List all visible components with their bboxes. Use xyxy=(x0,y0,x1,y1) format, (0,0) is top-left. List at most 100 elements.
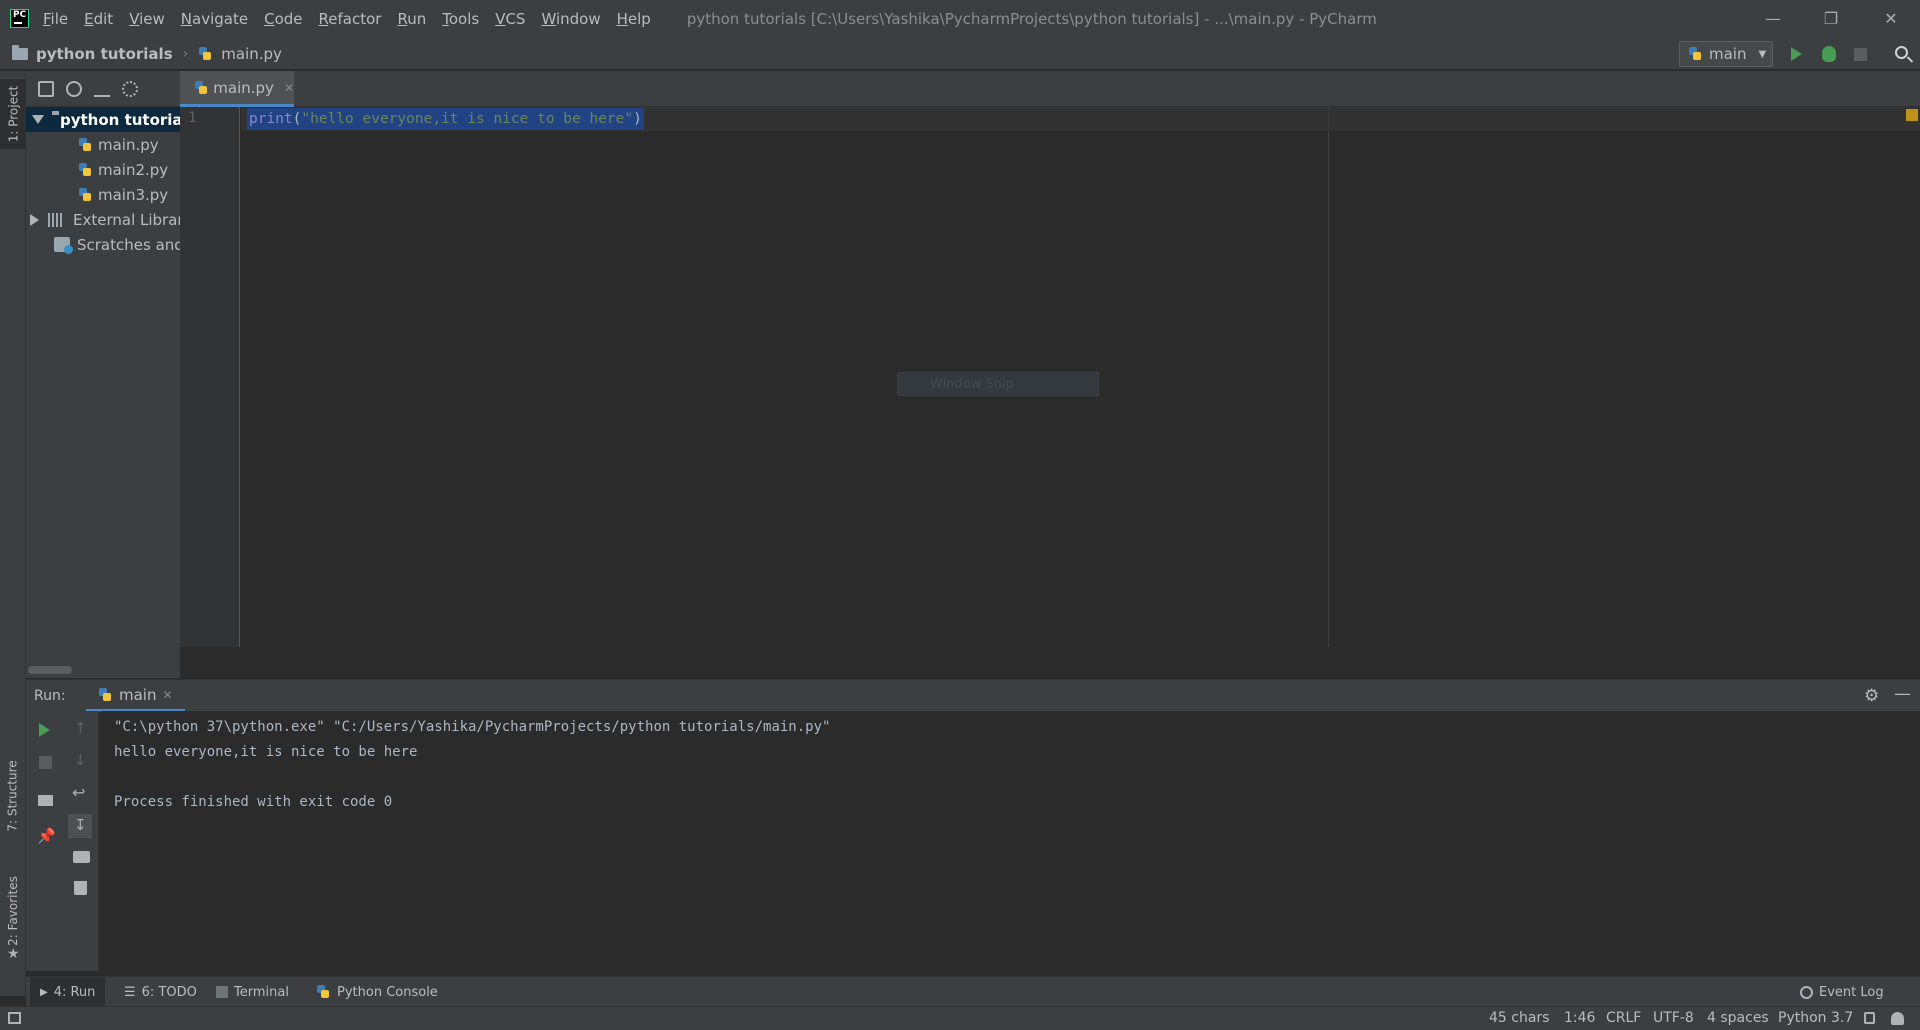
menu-file[interactable]: File xyxy=(43,10,68,28)
folder-icon xyxy=(12,45,28,60)
tree-item-file[interactable]: main2.py xyxy=(26,157,168,182)
gear-icon[interactable] xyxy=(122,80,138,97)
minimize-icon[interactable]: — xyxy=(1744,0,1802,37)
todo-tool-button[interactable]: ☰ 6: TODO xyxy=(114,977,207,1007)
debug-icon[interactable] xyxy=(1822,46,1836,62)
collapse-all-icon[interactable] xyxy=(94,81,110,97)
menu-navigate[interactable]: Navigate xyxy=(181,10,248,28)
menu-code[interactable]: Code xyxy=(264,10,302,28)
status-interpreter[interactable]: Python 3.7 xyxy=(1778,1010,1853,1026)
scroll-to-end-button[interactable]: ↧ xyxy=(68,814,92,838)
menu-window[interactable]: Window xyxy=(541,10,600,28)
lock-icon[interactable] xyxy=(1864,1012,1875,1024)
menu-run[interactable]: Run xyxy=(397,10,426,28)
status-indent[interactable]: 4 spaces xyxy=(1707,1010,1769,1026)
search-icon[interactable] xyxy=(1895,46,1908,59)
run-console[interactable]: "C:\python 37\python.exe" "C:/Users/Yash… xyxy=(100,711,1920,976)
tree-item-label: main.py xyxy=(98,135,159,154)
gear-icon[interactable]: ⚙ xyxy=(1864,686,1879,706)
tree-item-label: External Librarie xyxy=(73,210,180,229)
event-log-tool-button[interactable]: Event Log xyxy=(1790,977,1894,1007)
project-panel: python tutorial main.py main2.py main3.p… xyxy=(26,71,180,678)
navigation-bar: python tutorials › main.py xyxy=(0,37,1920,70)
layout-icon[interactable] xyxy=(38,795,53,806)
status-char-count[interactable]: 45 chars xyxy=(1489,1010,1549,1026)
tree-item-label: python tutorial xyxy=(60,110,180,129)
status-bar: 45 chars 1:46 CRLF UTF-8 4 spaces Python… xyxy=(0,1006,1920,1030)
print-icon[interactable] xyxy=(73,851,90,863)
menu-tools[interactable]: Tools xyxy=(442,10,479,28)
python-console-tool-label: Python Console xyxy=(337,984,438,1000)
toggle-tool-windows-icon[interactable] xyxy=(8,1012,21,1024)
stop-icon[interactable] xyxy=(39,756,52,769)
tree-item-label: main2.py xyxy=(98,160,169,179)
status-line-separator[interactable]: CRLF xyxy=(1606,1010,1641,1026)
code-string: "hello everyone,it is nice to be here" xyxy=(301,111,634,127)
run-tab-main[interactable]: main ✕ xyxy=(86,680,185,712)
python-config-icon xyxy=(98,687,113,703)
terminal-tool-button[interactable]: Terminal xyxy=(206,977,299,1007)
code-function: print xyxy=(249,111,293,127)
run-toolbar: 📌 ↑ ↓ ↩ ↧ xyxy=(26,711,99,971)
close-tab-icon[interactable]: ✕ xyxy=(162,688,172,702)
python-console-tool-button[interactable]: Python Console xyxy=(306,977,448,1007)
menu-refactor[interactable]: Refactor xyxy=(319,10,382,28)
editor-tab-bar: main.py ✕ xyxy=(180,71,1920,107)
up-arrow-icon[interactable]: ↑ xyxy=(74,719,87,737)
hide-panel-icon[interactable]: — xyxy=(1894,684,1911,704)
run-tool-button[interactable]: ▶ 4: Run xyxy=(30,977,106,1007)
tree-item-file[interactable]: main.py xyxy=(26,132,159,157)
horizontal-scrollbar[interactable] xyxy=(28,666,72,674)
down-arrow-icon[interactable]: ↓ xyxy=(74,751,87,769)
favorites-tool-tab-label: 2: Favorites xyxy=(6,876,21,946)
breadcrumb-project[interactable]: python tutorials xyxy=(36,45,173,63)
line-number-gutter xyxy=(180,107,240,647)
locate-icon[interactable] xyxy=(66,80,82,97)
python-file-icon xyxy=(78,162,93,178)
breadcrumb-file[interactable]: main.py xyxy=(221,45,282,63)
menu-help[interactable]: Help xyxy=(617,10,651,28)
soft-wrap-icon[interactable]: ↩ xyxy=(72,783,85,802)
scratches-icon xyxy=(54,237,73,254)
close-icon[interactable]: ✕ xyxy=(1862,0,1920,37)
tab-label: main.py xyxy=(213,78,274,97)
todo-tool-label: 6: TODO xyxy=(141,984,197,1000)
chevron-down-icon: ▼ xyxy=(1758,48,1767,60)
menu-vcs[interactable]: VCS xyxy=(495,10,525,28)
inspector-icon[interactable] xyxy=(1891,1012,1904,1025)
expand-arrow-icon[interactable] xyxy=(30,213,39,226)
run-configuration-select[interactable]: main ▼ xyxy=(1679,41,1773,67)
run-panel-header: Run: main ✕ ⚙ — xyxy=(26,679,1920,712)
run-tab-label: main xyxy=(119,685,157,704)
tree-item-scratches[interactable]: Scratches and C xyxy=(26,232,180,257)
run-label: Run: xyxy=(34,688,66,704)
close-tab-icon[interactable]: ✕ xyxy=(284,81,294,95)
tab-main-py[interactable]: main.py ✕ xyxy=(180,71,294,107)
pin-icon[interactable]: 📌 xyxy=(37,827,56,845)
tree-item-external-libraries[interactable]: External Librarie xyxy=(26,207,180,232)
rerun-icon[interactable] xyxy=(39,723,50,737)
run-icon[interactable] xyxy=(1791,47,1802,61)
stop-icon[interactable] xyxy=(1854,48,1867,61)
project-tool-tab[interactable]: 1: Project xyxy=(0,79,26,149)
status-caret-position[interactable]: 1:46 xyxy=(1564,1010,1595,1026)
tree-item-project-root[interactable]: python tutorial xyxy=(26,107,180,132)
line-number: 1 xyxy=(188,110,197,126)
structure-tool-tab[interactable]: 7: Structure xyxy=(0,751,26,841)
python-console-icon xyxy=(316,984,331,1000)
python-config-icon xyxy=(1688,46,1703,62)
warning-marker-icon[interactable] xyxy=(1906,109,1918,121)
trash-icon[interactable] xyxy=(74,881,87,895)
status-encoding[interactable]: UTF-8 xyxy=(1653,1010,1694,1026)
tree-item-file[interactable]: main3.py xyxy=(26,182,168,207)
tree-item-label: main3.py xyxy=(98,185,169,204)
code-line[interactable]: print("hello everyone,it is nice to be h… xyxy=(247,108,644,130)
expand-arrow-icon[interactable] xyxy=(32,115,44,124)
star-icon: ★ xyxy=(7,946,20,962)
restore-icon[interactable]: ❐ xyxy=(1802,0,1860,37)
menu-view[interactable]: View xyxy=(129,10,165,28)
bottom-tool-bar: ▶ 4: Run ☰ 6: TODO Terminal Python Conso… xyxy=(26,976,1920,1007)
project-view-icon[interactable] xyxy=(38,80,54,97)
run-tool-label: 4: Run xyxy=(53,984,96,1000)
menu-edit[interactable]: Edit xyxy=(84,10,113,28)
